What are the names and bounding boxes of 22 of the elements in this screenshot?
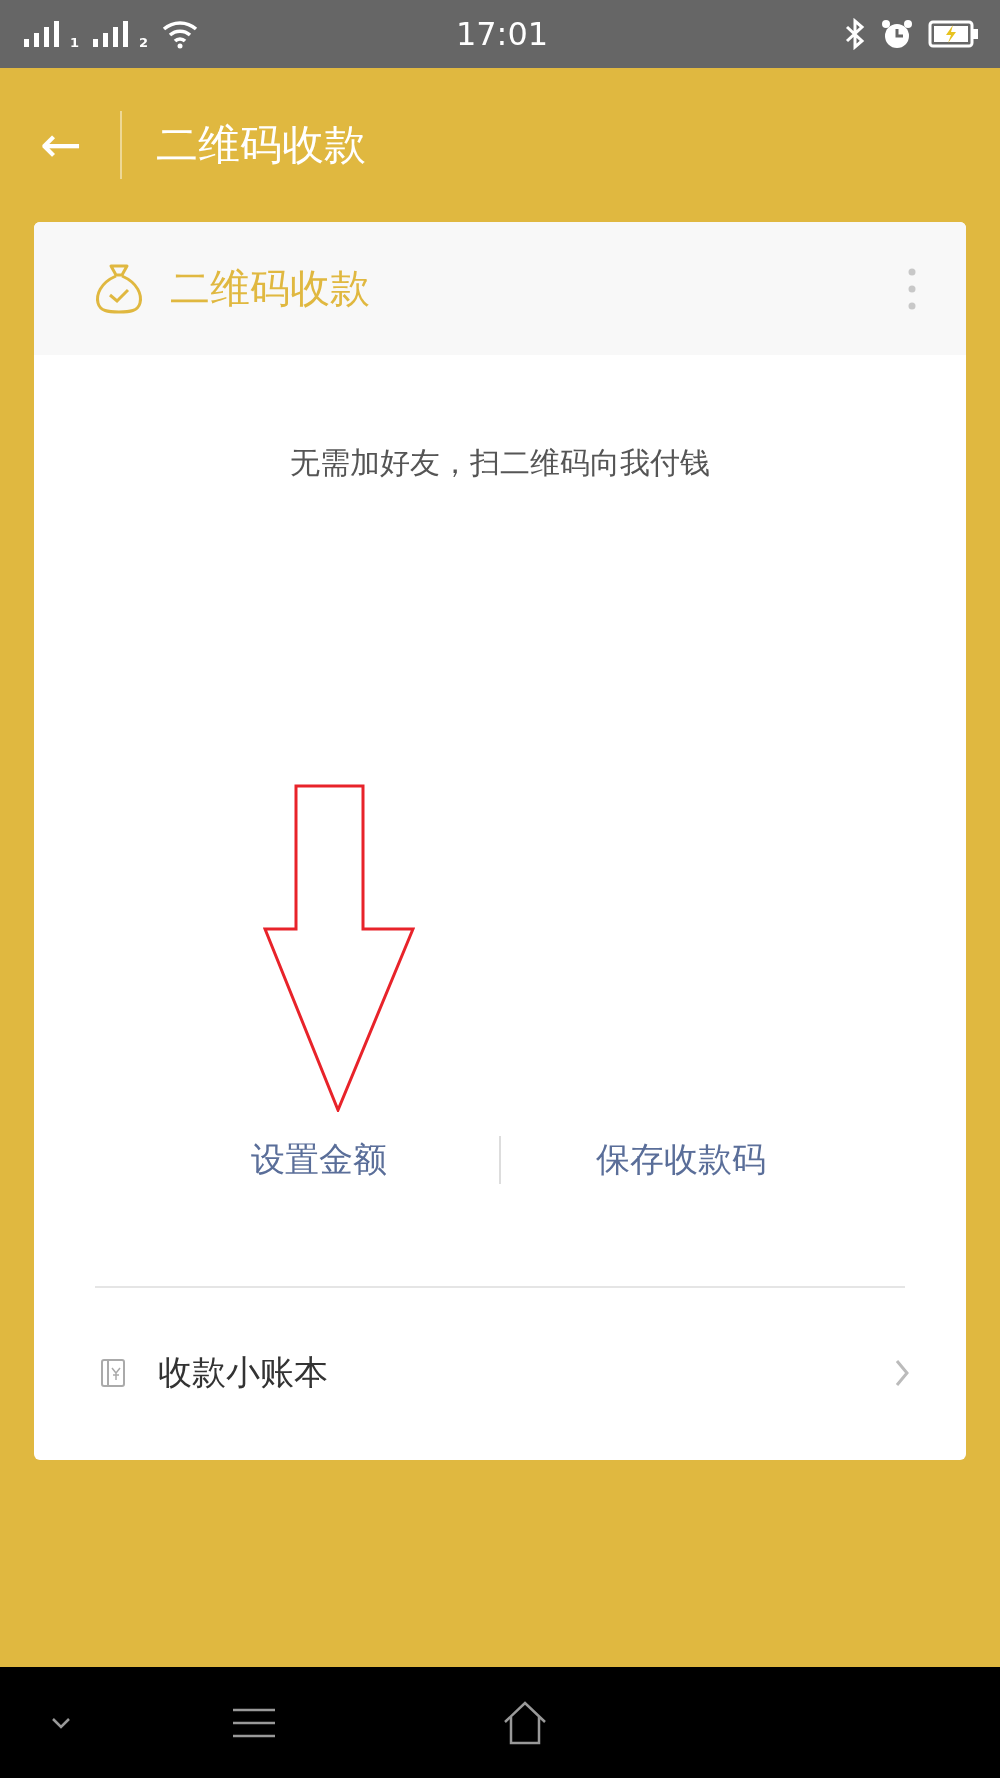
- card-title: 二维码收款: [170, 264, 371, 313]
- alarm-clock-icon: [880, 18, 914, 50]
- action-link[interactable]: 设置金额: [139, 1137, 499, 1183]
- money-bag-icon: [94, 262, 144, 315]
- ledger-row[interactable]: 收款小账本: [34, 1288, 966, 1458]
- sim-number: 1: [70, 36, 80, 49]
- sim-number: 2: [139, 36, 149, 49]
- chevron-down-icon: [50, 1715, 72, 1730]
- status-time: 17:01: [455, 15, 549, 53]
- ledger-icon: [100, 1358, 126, 1388]
- more-icon: [908, 266, 916, 311]
- collapse-button[interactable]: [50, 1715, 72, 1730]
- bluetooth-icon: [844, 18, 866, 50]
- menu-icon: [231, 1706, 277, 1739]
- card-subtitle: 无需加好友，扫二维码向我付钱: [289, 444, 711, 482]
- ledger-label: 收款小账本: [158, 1351, 329, 1394]
- chevron-right-icon: [894, 1358, 910, 1388]
- menu-button[interactable]: [231, 1706, 277, 1739]
- page-title: 二维码收款: [155, 119, 366, 171]
- battery-icon: [928, 19, 980, 49]
- action-link[interactable]: 保存收款码: [501, 1137, 861, 1183]
- wifi-icon: [162, 19, 199, 49]
